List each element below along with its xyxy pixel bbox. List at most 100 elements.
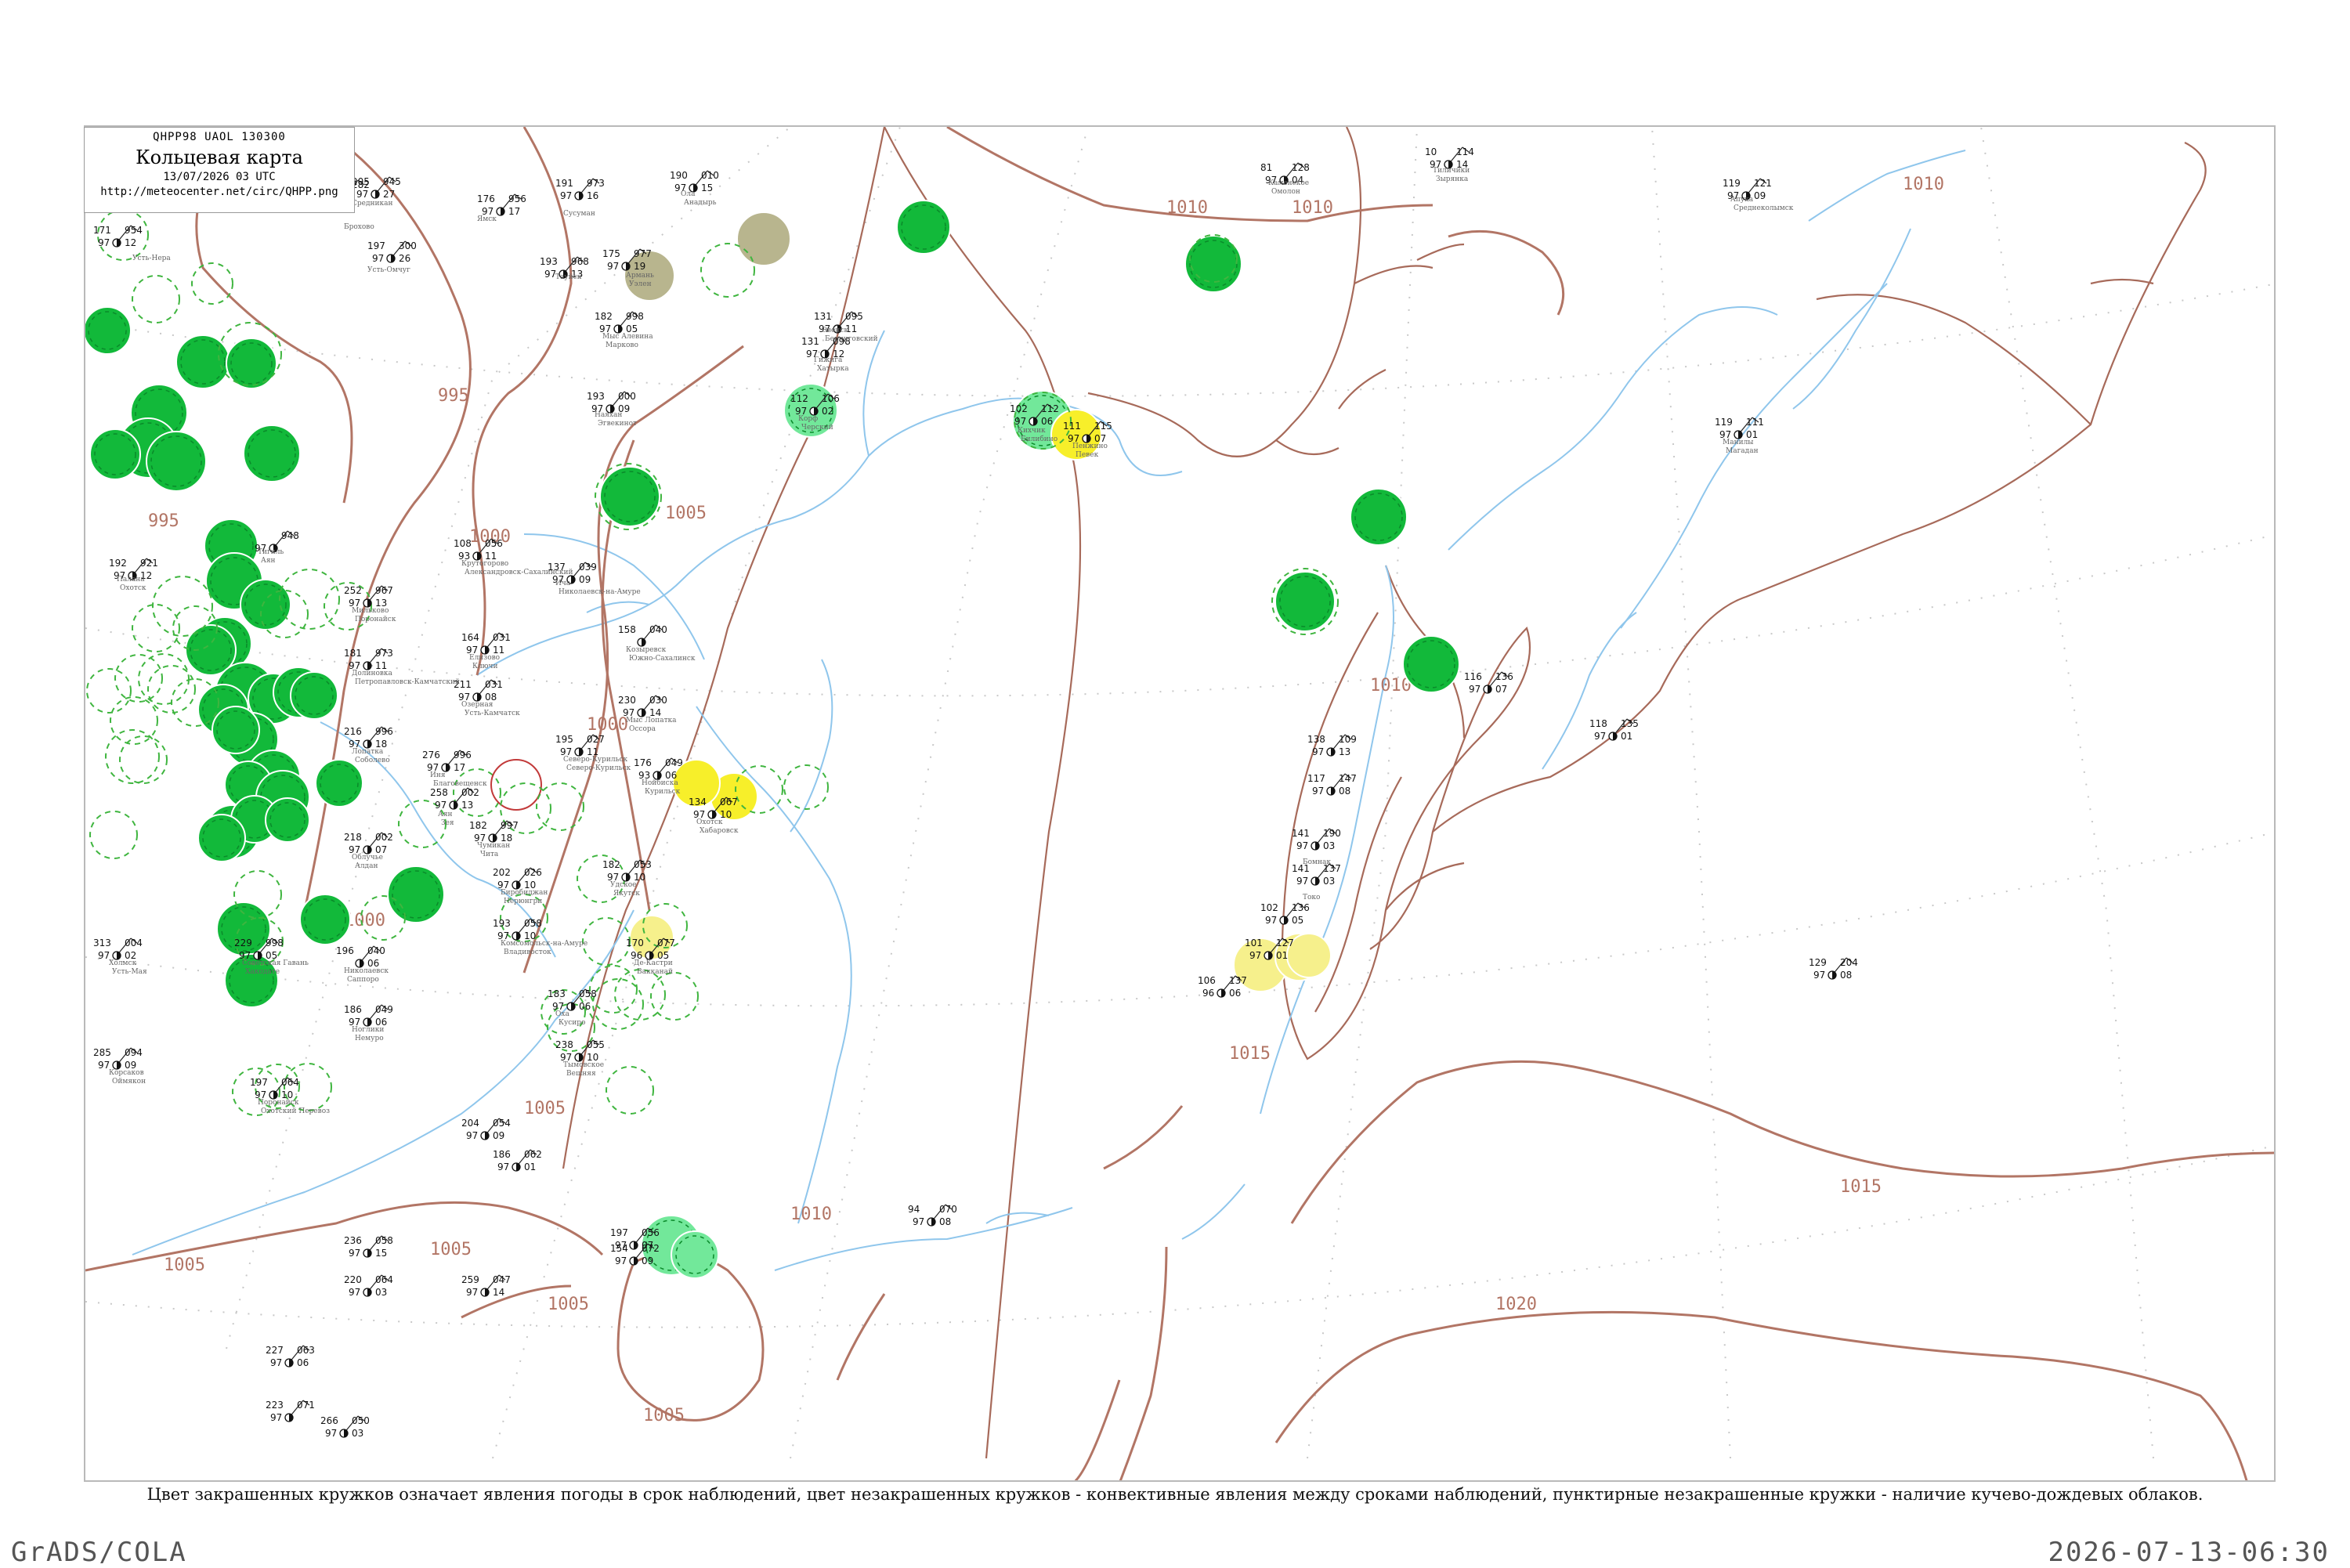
cumulonimbus-ring [606, 1066, 654, 1115]
station-tendency: 02 [822, 406, 833, 417]
station-value: 112 [790, 393, 808, 404]
station-name: Ключи [472, 663, 497, 670]
cumulonimbus-ring [589, 965, 638, 1013]
station-name: Манилы [1723, 439, 1753, 446]
station-value: 313 [93, 938, 111, 948]
station-tendency: 27 [383, 189, 395, 200]
isobar-label: 995 [148, 511, 179, 531]
station-name: Иня [430, 771, 446, 779]
station-value: 229 [234, 938, 252, 948]
station-value: 106 [1198, 975, 1216, 986]
isobar-label: 1010 [1370, 676, 1412, 695]
weather-circle [1402, 635, 1460, 693]
station-tendency: 15 [701, 182, 713, 193]
station-plot: 211 03197 08 [454, 679, 503, 703]
station-name: Токо [1303, 894, 1320, 901]
station-name: Охотский Перевоз [261, 1107, 330, 1115]
station-name: Северо-Курильск [566, 764, 631, 772]
weather-circle [146, 431, 207, 492]
station-plot: 176 95697 17 [477, 193, 526, 217]
station-plot: 285 09497 09 [93, 1047, 143, 1071]
station-name: Среднеколымск [1734, 204, 1794, 212]
station-name: Охотск [696, 818, 723, 826]
station-name: Нерюнгри [504, 898, 542, 905]
rivers [132, 150, 1966, 1271]
station-temp: 97 [98, 950, 110, 961]
isobar-label: 1005 [643, 1406, 685, 1425]
cumulonimbus-ring [132, 604, 180, 652]
legend-caption: Цвет закрашенных кружков означает явлени… [146, 1485, 2204, 1504]
station-tendency: 08 [1339, 786, 1350, 797]
station-plot: 117 147 97 08 [1307, 773, 1357, 797]
station-tendency: 09 [493, 1130, 504, 1141]
station-value: 204 [461, 1118, 479, 1129]
cumulonimbus-ring [119, 735, 168, 784]
station-pressure: 049 [665, 757, 683, 768]
station-pressure: 058 [579, 988, 597, 999]
station-name: Наяхан [595, 411, 622, 419]
station-value: 193 [540, 256, 558, 267]
station-pressure: 137 [1229, 975, 1247, 986]
station-value: 116 [1464, 671, 1482, 682]
station-name: Зея [441, 819, 454, 827]
station-value: 176 [634, 757, 652, 768]
station-pressure: 121 [1754, 178, 1772, 189]
station-pressure: 968 [571, 256, 589, 267]
station-pressure: 973 [587, 178, 605, 189]
station-pressure: 026 [524, 867, 542, 878]
station-value: 216 [344, 726, 362, 737]
station-pressure: 056 [485, 538, 503, 549]
station-temp: 97 [372, 253, 384, 264]
station-plot: 102 136 97 05 [1260, 902, 1310, 926]
station-pressure: 058 [375, 1235, 393, 1246]
station-pressure: 071 [297, 1400, 315, 1411]
station-plot: 171 954 97 12 [93, 225, 143, 248]
station-pressure: 062 [524, 1149, 542, 1160]
station-value: 197 [367, 240, 385, 251]
weather-circle [243, 425, 301, 482]
cumulonimbus-ring [138, 653, 190, 705]
station-value: 223 [266, 1400, 284, 1411]
station-temp: 97 [615, 1240, 627, 1251]
cumulonimbus-ring [783, 764, 829, 810]
station-tendency: 26 [399, 253, 410, 264]
station-name: Чита [480, 851, 499, 858]
station-name: Благовещенск [433, 780, 487, 788]
station-value: 108 [454, 538, 472, 549]
weather-circle [85, 306, 132, 355]
station-temp: 97 [98, 237, 110, 248]
station-name: Сусуман [563, 210, 595, 218]
station-value: 171 [93, 225, 111, 236]
station-plot: 118 135 97 01 [1589, 718, 1639, 742]
station-temp: 97 [607, 261, 619, 272]
station-tendency: 06 [1041, 416, 1053, 427]
cumulonimbus-ring [132, 275, 180, 323]
weather-circle [212, 706, 260, 754]
station-plot: 182 99897 05 [595, 311, 644, 334]
station-pressure: 054 [493, 1118, 511, 1129]
isobar-label: 1010 [1292, 198, 1333, 218]
station-pressure: 945 [383, 176, 401, 187]
station-pressure: 977 [634, 248, 652, 259]
station-tendency: 17 [508, 206, 520, 217]
isobar-label: 1015 [1840, 1177, 1882, 1197]
station-name: Уэлен [629, 280, 652, 288]
weather-circle [175, 334, 230, 389]
station-plot: 258 002 97 13 [430, 787, 479, 811]
station-name: Гижига [814, 356, 843, 364]
station-name: Ола [681, 190, 696, 198]
weather-circle [736, 211, 791, 266]
station-tendency: 12 [125, 237, 136, 248]
station-name: Аян [438, 811, 453, 818]
station-name: Лопатка [352, 748, 384, 756]
station-temp: 97 [435, 800, 446, 811]
station-value: 193 [493, 918, 511, 929]
station-pressure: 010 [701, 170, 719, 181]
station-pressure: 111 [1746, 417, 1764, 428]
cumulonimbus-ring [536, 782, 584, 831]
station-name: Марково [606, 341, 638, 349]
station-value: 102 [1260, 902, 1278, 913]
station-tendency: 13 [461, 800, 473, 811]
station-value: 259 [461, 1274, 479, 1285]
station-name: Эвенск [822, 327, 848, 334]
